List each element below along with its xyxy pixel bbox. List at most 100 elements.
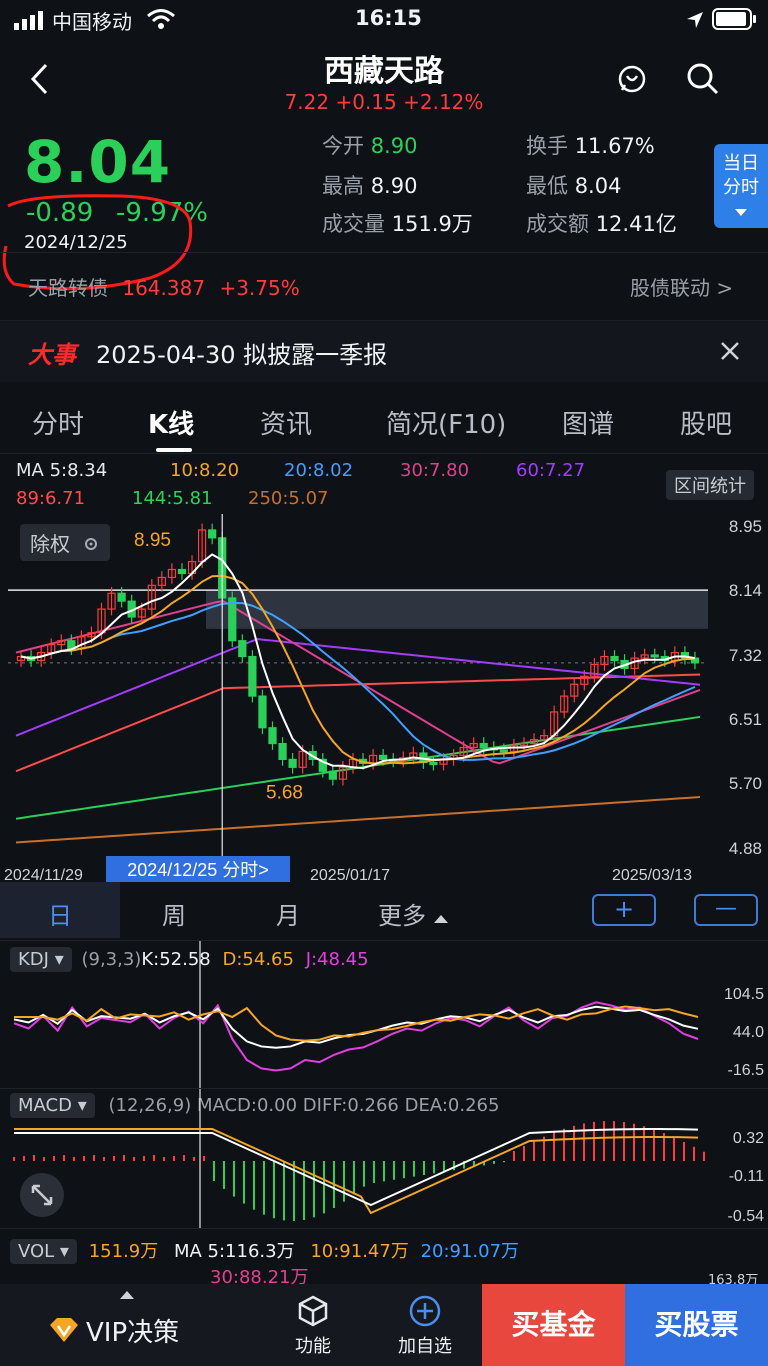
period-week[interactable]: 周 [162, 896, 186, 931]
vol-selector[interactable]: VOL ▾ [10, 1239, 77, 1264]
period-day[interactable]: 日 [48, 896, 72, 931]
period-month[interactable]: 月 [276, 896, 300, 931]
chat-bubble-icon [618, 65, 646, 93]
tab-f10[interactable]: 简况(F10) [386, 404, 506, 441]
cube-icon [298, 1295, 328, 1327]
quote-panel: 8.04 -0.89 -9.97% 2024/12/25 今开 8.90 最高 … [0, 120, 768, 320]
candle-body [499, 749, 508, 753]
x-tick-label: 2024/11/29 [4, 867, 83, 882]
chat-button[interactable] [616, 64, 648, 100]
stat-amount: 成交额 12.41亿 [526, 212, 677, 236]
intraday-toggle-button[interactable]: 当日 分时 [714, 144, 768, 228]
period-bar: 日 周 月 更多 + — [0, 882, 768, 938]
macd-tick-label: 0.32 [733, 1130, 764, 1147]
battery-icon [712, 8, 758, 35]
buy-fund-button[interactable]: 买基金 [482, 1284, 625, 1366]
vip-decision-button[interactable]: VIP决策 [0, 1284, 254, 1366]
news-text: 2025-04-30 拟披露一季报 [96, 341, 388, 369]
y-tick-label: 4.88 [729, 839, 762, 858]
vol-legend: VOL ▾ 151.9万 MA 5:116.3万 10:91.47万 20:91… [10, 1237, 519, 1264]
candle-body [610, 655, 619, 662]
caret-up-icon [433, 915, 448, 923]
kdj-plot: 104.5 44.0 -16.5 [13, 941, 765, 1089]
stock-subquote: 7.22 +0.15 +2.12% [284, 90, 484, 114]
bond-link[interactable]: 股债联动 > [630, 272, 733, 301]
y-tick-label: 6.51 [729, 710, 762, 729]
macd-plot: 0.32 -0.11 -0.54 [13, 1089, 764, 1229]
bond-row[interactable]: 天路转债 164.387 +3.75% [28, 272, 300, 301]
search-icon [687, 63, 719, 95]
candle-body [238, 640, 247, 658]
stat-low: 最低 8.04 [526, 174, 622, 198]
clock: 16:15 [355, 6, 422, 30]
close-news-button[interactable] [720, 341, 740, 365]
add-watchlist-button[interactable]: 加自选 [370, 1284, 480, 1366]
candle-body [479, 742, 488, 749]
bottom-action-bar: VIP决策 功能 加自选 买基金 买股票 [0, 1284, 768, 1366]
candle-body [429, 761, 438, 766]
macd-panel[interactable]: MACD ▾ (12,26,9) MACD:0.00 DIFF:0.266 DE… [0, 1088, 768, 1229]
zoom-in-button[interactable]: + [592, 894, 656, 926]
ma89-line [15, 673, 701, 773]
candle-body [248, 655, 257, 697]
candle-body [268, 727, 277, 745]
resistance-zone [206, 590, 708, 629]
fullscreen-button[interactable] [20, 1173, 64, 1217]
candle-body [288, 758, 297, 768]
function-button[interactable]: 功能 [258, 1284, 368, 1366]
d-line [14, 1005, 699, 1042]
x-tick-label: 2025/01/17 [310, 867, 390, 882]
vol-panel[interactable]: VOL ▾ 151.9万 MA 5:116.3万 10:91.47万 20:91… [0, 1228, 768, 1288]
stat-high: 最高 8.90 [322, 174, 418, 198]
wifi-icon [146, 8, 176, 35]
x-tick-label: 2025/03/13 [612, 867, 692, 882]
zoom-out-button[interactable]: — [694, 894, 758, 926]
period-more[interactable]: 更多 [378, 896, 448, 931]
status-bar: 中国移动 16:15 [0, 0, 768, 40]
candle-body [208, 529, 217, 539]
y-tick-label: 5.70 [729, 774, 762, 793]
stat-turnover: 换手 11.67% [526, 134, 655, 158]
caret-down-icon [735, 209, 747, 216]
date-tooltip: 2024/12/25 分时> [127, 860, 269, 880]
candle-body [258, 695, 267, 729]
kdj-tick-label: 44.0 [733, 1024, 764, 1041]
tab-forum[interactable]: 股吧 [680, 404, 732, 441]
stat-open: 今开 8.90 [322, 134, 418, 158]
stat-volume: 成交量 151.9万 [322, 212, 473, 236]
candle-body [650, 654, 659, 658]
stock-title: 西藏天路 [324, 54, 444, 89]
ma60-line [15, 638, 701, 737]
dea-line [14, 1128, 699, 1215]
candle-body [228, 597, 237, 642]
macd-tick-label: -0.11 [729, 1168, 764, 1185]
tab-news[interactable]: 资讯 [260, 404, 312, 441]
close-icon [721, 342, 739, 360]
tab-intraday[interactable]: 分时 [32, 404, 84, 441]
buy-stock-button[interactable]: 买股票 [625, 1284, 768, 1366]
y-tick-label: 7.32 [729, 646, 762, 665]
tab-kline[interactable]: K线 [148, 404, 194, 441]
candle-body [278, 742, 287, 760]
tab-graph[interactable]: 图谱 [562, 404, 614, 441]
low-marker: 5.68 [266, 783, 303, 804]
candle-body [379, 754, 388, 760]
kline-plot[interactable]: 8.95 8.14 7.32 6.51 5.70 4.88 8.95 5.68 2024/11/… [0, 454, 768, 882]
signal-icon [14, 10, 44, 35]
y-tick-label: 8.14 [729, 581, 762, 600]
y-tick-label: 8.95 [729, 517, 762, 536]
search-button[interactable] [686, 62, 720, 100]
kdj-panel[interactable]: KDJ ▾ (9,3,3)K:52.58 D:54.65 J:48.45 104… [0, 940, 768, 1089]
news-banner[interactable]: 大事 2025-04-30 拟披露一季报 [0, 320, 768, 382]
kdj-tick-label: -16.5 [728, 1062, 765, 1079]
expand-icon [31, 1184, 53, 1206]
carrier-name: 中国移动 [52, 10, 132, 34]
stock-header: 西藏天路 7.22 +0.15 +2.12% [0, 40, 768, 120]
add-circle-icon [409, 1295, 441, 1327]
kline-chart[interactable]: MA 5:8.34 10:8.20 20:8.02 30:7.80 60:7.2… [0, 454, 768, 882]
last-price: 8.04 [24, 128, 172, 196]
candle-body [177, 568, 187, 575]
kdj-tick-label: 104.5 [724, 986, 764, 1003]
news-tag: 大事 [28, 341, 76, 369]
main-tabs: 分时 K线 资讯 简况(F10) 图谱 股吧 [0, 392, 768, 454]
